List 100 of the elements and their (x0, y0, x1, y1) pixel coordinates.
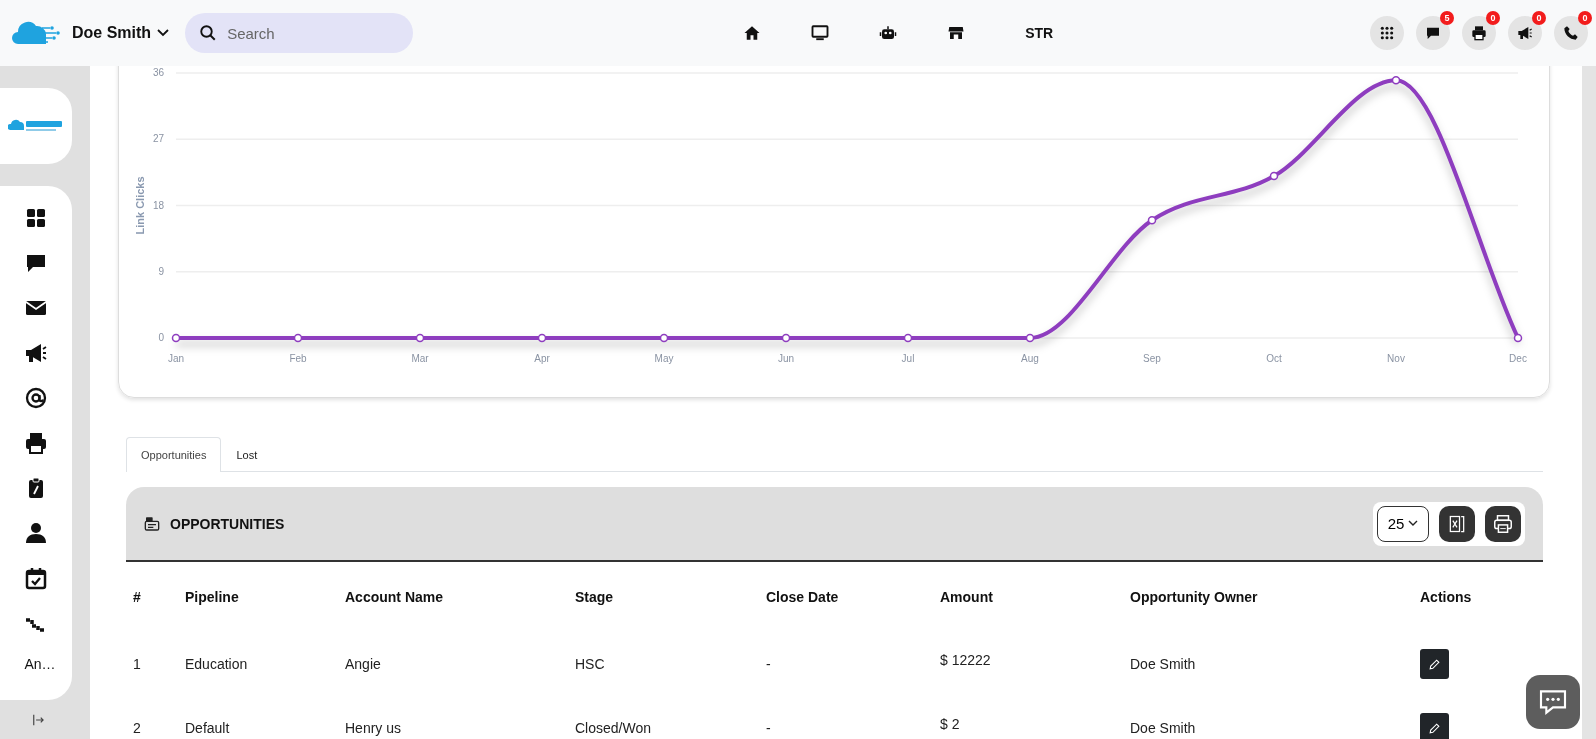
column-header: Pipeline (185, 588, 240, 607)
table-cell: $ 12222 (940, 652, 991, 668)
y-tick-label: 0 (158, 332, 164, 343)
x-tick-label: Apr (534, 353, 550, 364)
data-point (1025, 333, 1035, 343)
column-header: Opportunity Owner (1130, 588, 1259, 607)
x-tick-label: Jan (167, 353, 185, 364)
x-tick-label: May (654, 353, 674, 364)
home-icon (743, 24, 762, 42)
print-button[interactable] (1485, 505, 1521, 542)
count-badge: 0 (1486, 11, 1500, 25)
notification-button[interactable] (1416, 16, 1450, 50)
tab[interactable]: Lost (221, 437, 273, 472)
table-cell: Education (185, 656, 248, 672)
count-badge: 5 (1440, 11, 1454, 25)
dashboard-icon (24, 206, 48, 230)
tab[interactable]: Opportunities (126, 437, 222, 472)
monitor-icon (811, 24, 830, 42)
caret-icon (1408, 520, 1419, 527)
edit-button[interactable] (1420, 713, 1449, 739)
data-point (659, 333, 669, 343)
search-field[interactable]: Search (185, 13, 414, 53)
table-cell: Doe Smith (1130, 720, 1196, 736)
x-tick-label: Jul (901, 353, 915, 364)
phone-icon (1563, 25, 1579, 41)
printer-icon (1471, 25, 1487, 41)
data-point (1147, 215, 1157, 225)
brand-logo (8, 119, 64, 133)
y-tick-label: 9 (158, 265, 164, 277)
y-tick-label: 36 (152, 67, 164, 78)
data-point (1513, 333, 1523, 343)
card-icon (144, 515, 160, 532)
megaphone-icon (24, 341, 48, 365)
apps-button[interactable] (1370, 16, 1404, 50)
chat-icon (1425, 25, 1441, 41)
person-icon (24, 521, 48, 545)
x-tick-label: Mar (411, 353, 429, 364)
y-tick-label: 27 (152, 133, 164, 145)
data-point (171, 333, 181, 343)
printer-icon (1492, 512, 1514, 535)
table-cell: Angie (345, 656, 381, 672)
panel-title: OPPORTUNITIES (170, 515, 285, 532)
caret-icon (157, 29, 170, 37)
x-tick-label: Jun (777, 353, 795, 364)
edit-button[interactable] (1420, 649, 1449, 679)
notification-button[interactable] (1554, 16, 1588, 50)
collapse-icon (32, 713, 46, 727)
data-point (293, 333, 303, 343)
search-icon (199, 24, 218, 42)
data-point (537, 333, 547, 343)
scrollbar[interactable] (1582, 66, 1596, 739)
column-header: Amount (940, 588, 994, 607)
at-sign-icon (24, 386, 48, 410)
data-point (1391, 76, 1401, 85)
pencil-icon (1428, 721, 1441, 735)
x-tick-label: Aug (1021, 353, 1039, 364)
excel-export-button[interactable] (1439, 505, 1475, 542)
data-point (415, 333, 425, 343)
chat-button[interactable] (1526, 675, 1580, 729)
notification-button[interactable] (1462, 16, 1496, 50)
column-header: Account Name (345, 588, 445, 607)
calendar-icon (24, 566, 48, 590)
x-tick-label: Nov (1387, 353, 1405, 364)
column-header: Close Date (766, 588, 840, 607)
count-badge: 0 (1532, 11, 1546, 25)
printer-icon (24, 431, 48, 455)
notification-button[interactable] (1508, 16, 1542, 50)
column-header: # (133, 588, 142, 607)
table-cell: Closed/Won (575, 720, 651, 736)
table-cell: $ 2 (940, 716, 960, 732)
pencil-icon (1428, 657, 1441, 671)
x-tick-label: Feb (289, 353, 307, 364)
y-tick-label: 18 (152, 199, 164, 211)
column-header: Actions (1420, 588, 1473, 607)
data-point (903, 333, 913, 343)
nav-item[interactable]: An… (24, 656, 56, 672)
grid-icon (1379, 25, 1395, 41)
x-tick-label: Dec (1509, 353, 1527, 364)
table-cell: - (766, 720, 771, 736)
user-menu[interactable]: Doe Smith (72, 24, 170, 42)
x-tick-label: Sep (1143, 353, 1161, 364)
table-cell: - (766, 656, 771, 672)
megaphone-icon (1517, 25, 1533, 41)
table-cell: HSC (575, 656, 605, 672)
y-axis-title: Link Clicks (134, 176, 146, 235)
table-cell: 2 (133, 720, 141, 736)
robot-icon (879, 24, 898, 42)
column-header: Stage (575, 588, 615, 607)
nav-label[interactable]: STR (1025, 25, 1054, 41)
store-icon (947, 24, 966, 42)
page-size-select[interactable]: 25 (1377, 505, 1429, 542)
x-tick-label: Oct (1266, 353, 1282, 364)
cloud-logo[interactable] (12, 20, 62, 46)
count-badge: 0 (1578, 11, 1592, 25)
data-point (781, 333, 791, 343)
table-cell: Henry us (345, 720, 402, 736)
data-point (1269, 171, 1279, 181)
table-cell: 1 (133, 656, 141, 672)
spreadsheet-icon (1447, 513, 1467, 534)
table-cell: Default (185, 720, 230, 736)
